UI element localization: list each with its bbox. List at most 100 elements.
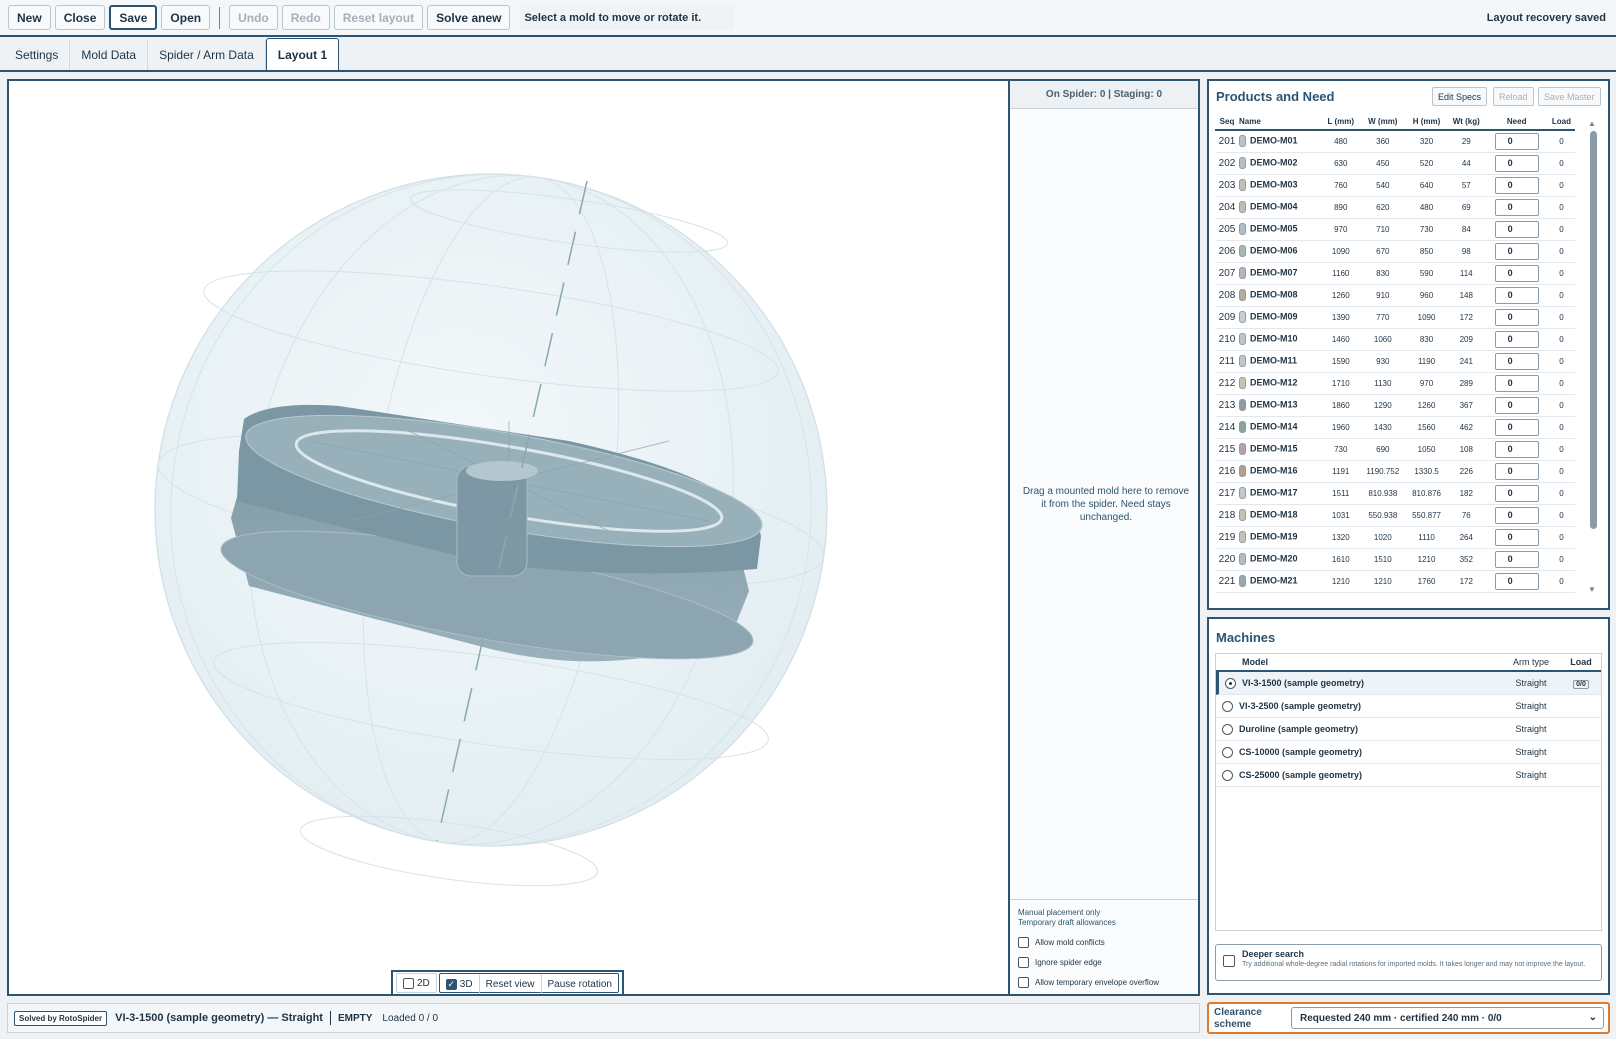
open-button[interactable]: Open [161,5,211,30]
reset-view-button[interactable]: Reset view [480,974,542,994]
need-input[interactable] [1494,572,1539,590]
3d-viewport[interactable]: 2D ✓ 3D Reset view Pause rotation [9,81,1008,996]
spider-hub [456,465,528,577]
need-input[interactable] [1494,352,1539,370]
need-input[interactable] [1494,462,1539,480]
tab-spider-arm-data[interactable]: Spider / Arm Data [148,40,266,70]
product-row[interactable]: 201 DEMO-M01 480 360 320 29 0 [1215,130,1575,153]
radio-button[interactable] [1222,723,1233,735]
need-input[interactable] [1494,198,1539,216]
need-input[interactable] [1494,132,1539,150]
need-input[interactable] [1494,440,1539,458]
product-row[interactable]: 210 DEMO-M10 1460 1060 830 209 0 [1215,328,1575,351]
machine-row[interactable]: Duroline (sample geometry) Straight [1216,718,1601,741]
product-row[interactable]: 204 DEMO-M04 890 620 480 69 0 [1215,196,1575,219]
tab-layout-1[interactable]: Layout 1 [265,38,340,70]
need-input[interactable] [1494,154,1539,172]
product-row[interactable]: 221 DEMO-M21 1210 1210 1760 172 0 [1215,570,1575,593]
height-cell-value: 590 [1419,268,1434,278]
pause-rotation-button[interactable]: Pause rotation [542,974,619,994]
product-row[interactable]: 207 DEMO-M07 1160 830 590 114 0 [1215,262,1575,285]
solve-anew-button[interactable]: Solve anew [427,5,511,30]
product-row[interactable]: 220 DEMO-M20 1610 1510 1210 352 0 [1215,548,1575,571]
product-row[interactable]: 211 DEMO-M11 1590 930 1190 241 0 [1215,350,1575,373]
product-row[interactable]: 205 DEMO-M05 970 710 730 84 0 [1215,218,1575,241]
checkbox-icon[interactable] [1018,937,1029,948]
checkbox-icon[interactable] [1018,957,1029,968]
need-input[interactable] [1494,176,1539,194]
need-input[interactable] [1494,396,1539,414]
redo-button[interactable]: Redo [281,5,330,30]
need-input[interactable] [1494,484,1539,502]
need-input[interactable] [1494,264,1539,282]
scroll-thumb[interactable] [1590,131,1597,529]
height-cell: 1330.5 [1406,460,1448,483]
products-scrollbar[interactable]: ▲ ▼ [1588,119,1598,597]
scroll-up-icon[interactable]: ▲ [1588,119,1596,128]
reset-layout-button[interactable]: Reset layout [333,5,424,30]
machine-row[interactable]: VI-3-1500 (sample geometry) Straight 0/0 [1216,672,1601,695]
edit-specs-button[interactable]: Edit Specs [1432,87,1488,106]
checkbox-icon[interactable] [1018,977,1029,988]
product-row[interactable]: 202 DEMO-M02 630 450 520 44 0 [1215,152,1575,175]
weight-cell: 209 [1447,328,1486,351]
product-row[interactable]: 216 DEMO-M16 1191 1190.752 1330.5 226 0 [1215,460,1575,483]
need-input[interactable] [1494,374,1539,392]
radio-button[interactable] [1222,769,1233,781]
product-row[interactable]: 209 DEMO-M09 1390 770 1090 172 0 [1215,306,1575,329]
weight-cell: 114 [1447,262,1486,285]
product-row[interactable]: 212 DEMO-M12 1710 1130 970 289 0 [1215,372,1575,395]
product-row[interactable]: 215 DEMO-M15 730 690 1050 108 0 [1215,438,1575,461]
deeper-search-option[interactable]: Deeper search Try additional whole-degre… [1215,944,1602,981]
tab-mold-data[interactable]: Mold Data [70,40,149,70]
need-input[interactable] [1494,242,1539,260]
need-input[interactable] [1494,506,1539,524]
save-master-button[interactable]: Save Master [1538,87,1601,106]
machine-row[interactable]: CS-10000 (sample geometry) Straight [1216,741,1601,764]
machine-model: CS-10000 (sample geometry) [1239,747,1363,757]
need-input[interactable] [1494,286,1539,304]
product-row[interactable]: 217 DEMO-M17 1511 810.938 810.876 182 0 [1215,482,1575,505]
product-row[interactable]: 214 DEMO-M14 1960 1430 1560 462 0 [1215,416,1575,439]
width-cell-value: 620 [1376,202,1390,212]
machine-row[interactable]: VI-3-2500 (sample geometry) Straight [1216,695,1601,718]
length-cell-value: 630 [1334,158,1348,168]
product-row[interactable]: 219 DEMO-M19 1320 1020 1110 264 0 [1215,526,1575,549]
product-row[interactable]: 213 DEMO-M13 1860 1290 1260 367 0 [1215,394,1575,417]
new-button[interactable]: New [8,5,51,30]
product-row[interactable]: 203 DEMO-M03 760 540 640 57 0 [1215,174,1575,197]
view-2d-toggle[interactable]: 2D [396,973,437,993]
width-cell: 810.938 [1359,482,1407,505]
need-input[interactable] [1494,528,1539,546]
allow-mold-conflicts-option[interactable]: Allow mold conflicts [1018,937,1190,948]
close-button[interactable]: Close [54,5,106,30]
spider-3d-render [154,173,828,887]
need-input[interactable] [1494,330,1539,348]
view-3d-toggle[interactable]: ✓ 3D [440,974,480,994]
length-cell: 1860 [1321,394,1360,417]
staging-panel[interactable]: On Spider: 0 | Staging: 0 Drag a mounted… [1008,81,1198,994]
height-cell-value: 1760 [1417,576,1436,586]
allow-envelope-overflow-option[interactable]: Allow temporary envelope overflow [1018,977,1190,988]
radio-button[interactable] [1222,700,1233,712]
need-input[interactable] [1494,308,1539,326]
need-input[interactable] [1494,550,1539,568]
machine-row[interactable]: CS-25000 (sample geometry) Straight [1216,764,1601,787]
need-cell [1485,306,1548,329]
tab-settings[interactable]: Settings [4,40,71,70]
product-row[interactable]: 218 DEMO-M18 1031 550.938 550.877 76 0 [1215,504,1575,527]
scroll-down-icon[interactable]: ▼ [1588,585,1596,594]
need-input[interactable] [1494,418,1539,436]
length-cell-value: 480 [1334,136,1348,146]
need-input[interactable] [1494,220,1539,238]
undo-button[interactable]: Undo [229,5,278,30]
checkbox-icon[interactable] [1223,955,1235,967]
ignore-spider-edge-option[interactable]: Ignore spider edge [1018,957,1190,968]
clearance-select[interactable]: Requested 240 mm · certified 240 mm · 0/… [1291,1007,1604,1029]
radio-button[interactable] [1225,677,1236,689]
product-row[interactable]: 206 DEMO-M06 1090 670 850 98 0 [1215,240,1575,263]
reload-button[interactable]: Reload [1493,87,1534,106]
radio-button[interactable] [1222,746,1233,758]
product-row[interactable]: 208 DEMO-M08 1260 910 960 148 0 [1215,284,1575,307]
save-button[interactable]: Save [109,5,158,30]
